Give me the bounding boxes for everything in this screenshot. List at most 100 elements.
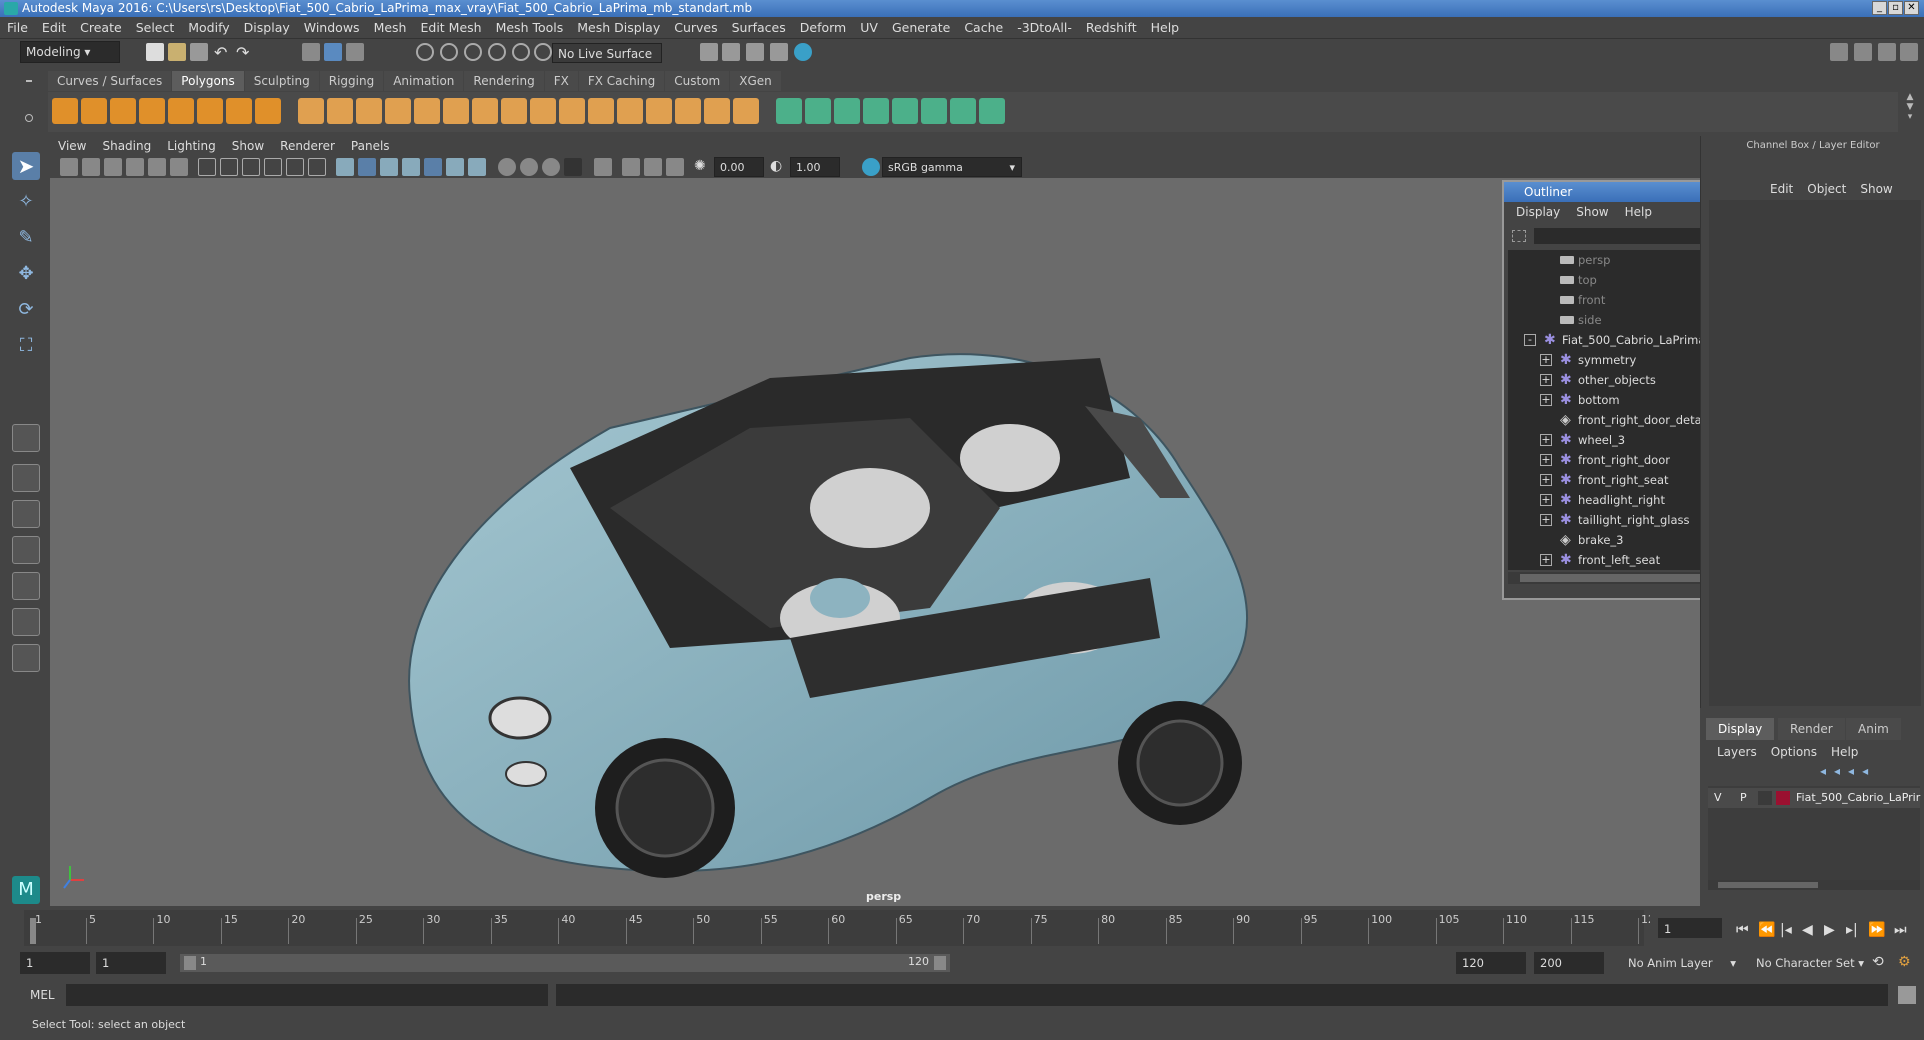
motion-blur-icon[interactable] xyxy=(498,158,516,176)
uv-editor-icon[interactable] xyxy=(892,98,918,124)
expand-icon[interactable]: + xyxy=(1540,554,1552,566)
bridge-edges-icon[interactable] xyxy=(588,98,614,124)
expand-icon[interactable]: + xyxy=(1540,374,1552,386)
filter-icon[interactable] xyxy=(1512,230,1526,242)
color-management-icon[interactable] xyxy=(862,158,880,176)
menu-surfaces[interactable]: Surfaces xyxy=(725,17,793,39)
wireframe-on-shaded-icon[interactable] xyxy=(380,158,398,176)
live-surface-field[interactable]: No Live Surface xyxy=(552,43,662,63)
undo-icon[interactable]: ↶ xyxy=(214,43,232,62)
expand-icon[interactable]: + xyxy=(1540,494,1552,506)
layer-color-swatch[interactable] xyxy=(1776,791,1790,805)
menu-modify[interactable]: Modify xyxy=(181,17,236,39)
snap-view-icon[interactable] xyxy=(488,43,506,61)
new-scene-icon[interactable] xyxy=(146,43,164,61)
viewport-menu-lighting[interactable]: Lighting xyxy=(159,136,224,156)
channel-box-menu-show[interactable]: Show xyxy=(1853,179,1899,199)
grease-pencil-icon[interactable] xyxy=(170,158,188,176)
merge-icon[interactable] xyxy=(617,98,643,124)
render-sequence-icon[interactable] xyxy=(722,43,740,61)
poly-pipe-icon[interactable] xyxy=(255,98,281,124)
layer-tab-render[interactable]: Render xyxy=(1778,718,1845,740)
command-input[interactable] xyxy=(66,984,548,1006)
select-camera-icon[interactable] xyxy=(60,158,78,176)
playback-start-field[interactable]: 1 xyxy=(96,952,166,974)
range-end-handle[interactable] xyxy=(934,956,946,970)
shadows-icon[interactable] xyxy=(446,158,464,176)
uv-cylindrical-icon[interactable] xyxy=(805,98,831,124)
mirror-icon[interactable] xyxy=(443,98,469,124)
transfer-attributes-icon[interactable] xyxy=(979,98,1005,124)
bevel-icon[interactable] xyxy=(559,98,585,124)
menu-deform[interactable]: Deform xyxy=(793,17,853,39)
script-editor-icon[interactable] xyxy=(1898,986,1916,1004)
snap-curve-icon[interactable] xyxy=(440,43,458,61)
wireframe-icon[interactable] xyxy=(336,158,354,176)
menu-redshift[interactable]: Redshift xyxy=(1079,17,1144,39)
textured-icon[interactable] xyxy=(402,158,420,176)
go-to-start-icon[interactable]: ⏮ xyxy=(1736,922,1749,938)
animation-start-field[interactable]: 1 xyxy=(20,952,90,974)
outliner-menu-help[interactable]: Help xyxy=(1617,202,1660,222)
layer-tab-display[interactable]: Display xyxy=(1706,718,1775,740)
menu-3dtoall[interactable]: -3DtoAll- xyxy=(1010,17,1079,39)
perspective-viewport[interactable]: persp xyxy=(50,178,1700,906)
uv-layout-icon[interactable] xyxy=(12,608,40,636)
bridge-icon[interactable] xyxy=(472,98,498,124)
select-tool-icon[interactable]: ➤ xyxy=(12,152,40,180)
shelf-tab-rendering[interactable]: Rendering xyxy=(464,71,544,91)
menu-curves[interactable]: Curves xyxy=(667,17,724,39)
viewport-menu-shading[interactable]: Shading xyxy=(94,136,159,156)
modeling-toolkit-icon[interactable] xyxy=(1830,43,1848,61)
ambient-occlusion-icon[interactable] xyxy=(468,158,486,176)
insert-edge-loop-icon[interactable] xyxy=(646,98,672,124)
layer-menu-layers[interactable]: Layers xyxy=(1710,742,1764,762)
colorspace-dropdown[interactable]: sRGB gamma ▾ xyxy=(882,157,1022,177)
rotate-tool-icon[interactable]: ⟳ xyxy=(12,296,40,324)
layer-visibility-toggle[interactable]: V xyxy=(1714,788,1722,808)
custom-layout-icon[interactable] xyxy=(12,644,40,672)
append-icon[interactable] xyxy=(501,98,527,124)
animation-end-field[interactable]: 200 xyxy=(1534,952,1604,974)
camera-attributes-icon[interactable] xyxy=(82,158,100,176)
target-weld-icon[interactable] xyxy=(733,98,759,124)
select-hierarchy-icon[interactable] xyxy=(302,43,320,61)
ipr-render-icon[interactable] xyxy=(746,43,764,61)
attribute-editor-icon[interactable] xyxy=(1854,43,1872,61)
channel-box-menu-object[interactable]: Object xyxy=(1800,179,1853,199)
layer-menu-help[interactable]: Help xyxy=(1824,742,1865,762)
outliner-menu-display[interactable]: Display xyxy=(1508,202,1568,222)
render-frame-icon[interactable] xyxy=(700,43,718,61)
poly-sphere-icon[interactable] xyxy=(52,98,78,124)
menu-create[interactable]: Create xyxy=(73,17,129,39)
save-scene-icon[interactable] xyxy=(190,43,208,61)
uv-layout-icon[interactable] xyxy=(921,98,947,124)
shelf-tab-polygons[interactable]: Polygons xyxy=(172,71,244,91)
xray-icon[interactable] xyxy=(594,158,612,176)
render-settings-icon[interactable] xyxy=(770,43,788,61)
current-frame-field[interactable]: 1 xyxy=(1658,918,1722,938)
use-all-lights-icon[interactable] xyxy=(424,158,442,176)
smooth-shade-icon[interactable] xyxy=(358,158,376,176)
layer-list-scrollbar[interactable] xyxy=(1708,880,1920,890)
shelf-options-icon[interactable] xyxy=(24,72,34,132)
redo-icon[interactable]: ↷ xyxy=(236,43,254,62)
minimize-button[interactable]: _ xyxy=(1872,1,1887,15)
layer-tab-anim[interactable]: Anim xyxy=(1846,718,1901,740)
image-plane-icon[interactable] xyxy=(126,158,144,176)
mode-dropdown[interactable]: Modeling ▾ xyxy=(20,41,120,63)
uv-unfold-icon[interactable] xyxy=(950,98,976,124)
menu-mesh-display[interactable]: Mesh Display xyxy=(570,17,667,39)
menu-edit-mesh[interactable]: Edit Mesh xyxy=(413,17,488,39)
backface-icon[interactable] xyxy=(666,158,684,176)
menu-edit[interactable]: Edit xyxy=(35,17,73,39)
scale-tool-icon[interactable]: ⛶ xyxy=(12,332,40,360)
persp-outliner-layout-icon[interactable] xyxy=(12,500,40,528)
time-slider[interactable]: 1 5 10 15 20 25 30 35 40 45 50 55 60 65 70 75 80 85 90 95 10… xyxy=(24,910,1662,946)
channel-box-menu-edit[interactable]: Edit xyxy=(1763,179,1800,199)
multi-cut-icon[interactable] xyxy=(704,98,730,124)
layer-playback-toggle[interactable]: P xyxy=(1740,788,1747,808)
safe-action-icon[interactable] xyxy=(308,158,326,176)
collapse-icon[interactable]: - xyxy=(1524,334,1536,346)
make-live-icon[interactable] xyxy=(534,43,552,61)
